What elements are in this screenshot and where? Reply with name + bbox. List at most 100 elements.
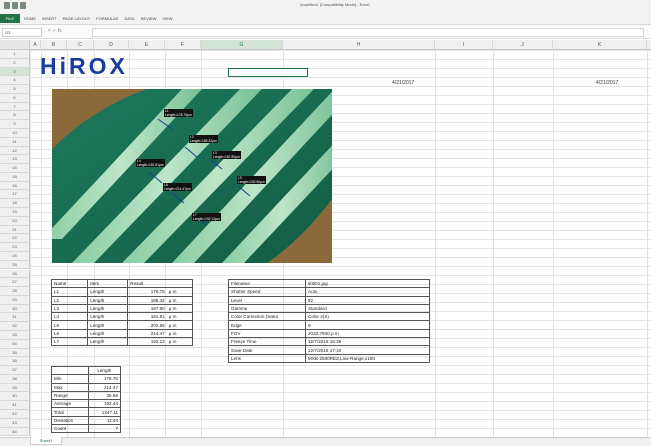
ribbon-tab[interactable]: HOME bbox=[24, 16, 36, 21]
row-header[interactable]: 5 bbox=[0, 85, 30, 94]
table-cell[interactable]: Min bbox=[51, 374, 89, 384]
row-header[interactable]: 18 bbox=[0, 199, 30, 209]
column-header[interactable]: I bbox=[435, 40, 493, 50]
table-cell[interactable]: Save Date bbox=[228, 345, 306, 355]
row-header[interactable]: 7 bbox=[0, 102, 30, 112]
column-header[interactable]: L bbox=[647, 40, 651, 50]
table-cell[interactable]: Average bbox=[51, 399, 89, 409]
ribbon-tab[interactable]: FORMULAS bbox=[96, 16, 118, 21]
header-cell[interactable]: Length bbox=[87, 365, 122, 376]
table-cell[interactable]: L3 bbox=[50, 303, 89, 314]
column-header[interactable]: K bbox=[553, 40, 647, 50]
table-cell[interactable]: 178.76 bbox=[127, 287, 167, 297]
row-header[interactable]: 41 bbox=[0, 401, 30, 410]
row-header[interactable]: 4 bbox=[0, 76, 30, 86]
save-icon[interactable] bbox=[4, 2, 10, 9]
table-cell[interactable]: μ m bbox=[166, 287, 193, 297]
table-cell[interactable]: 2032.7600 μ m bbox=[305, 328, 430, 339]
table-cell[interactable]: L2 bbox=[50, 295, 89, 305]
header-cell[interactable]: Item bbox=[87, 278, 129, 289]
row-header[interactable]: 20 bbox=[0, 216, 30, 226]
column-header[interactable]: F bbox=[165, 40, 201, 50]
table-cell[interactable]: 185.42 bbox=[127, 295, 167, 305]
table-cell[interactable]: 35.66 bbox=[87, 390, 122, 401]
table-cell[interactable]: sti001.jpg bbox=[305, 278, 430, 289]
row-header[interactable]: 21 bbox=[0, 225, 30, 235]
row-header[interactable]: 36 bbox=[0, 357, 30, 367]
table-cell[interactable]: Length bbox=[87, 312, 129, 322]
column-header[interactable]: C bbox=[67, 40, 94, 50]
row-header[interactable]: 24 bbox=[0, 251, 30, 261]
date-cell[interactable]: 4/21/2017 bbox=[596, 80, 618, 86]
name-box[interactable]: G3 bbox=[2, 28, 42, 37]
table-cell[interactable]: L7 bbox=[50, 337, 89, 347]
table-cell[interactable]: μ m bbox=[166, 320, 193, 330]
row-header[interactable]: 23 bbox=[0, 243, 30, 252]
row-header[interactable]: 26 bbox=[0, 269, 30, 279]
table-cell[interactable]: FOV bbox=[228, 328, 306, 339]
table-cell[interactable]: L6 bbox=[50, 328, 89, 339]
table-cell[interactable]: 202.56 bbox=[127, 320, 167, 330]
table-cell[interactable]: 1347.11 bbox=[87, 407, 122, 417]
table-cell[interactable]: Level bbox=[228, 295, 306, 305]
formula-buttons[interactable]: × ✓ fx bbox=[48, 28, 62, 34]
sheet-tab[interactable]: Sheet1 bbox=[30, 437, 62, 445]
ribbon-tab[interactable]: PAGE LAYOUT bbox=[63, 16, 91, 21]
table-cell[interactable]: Length bbox=[87, 320, 129, 330]
column-header[interactable]: E bbox=[129, 40, 165, 50]
column-header[interactable]: A bbox=[30, 40, 41, 50]
header-cell[interactable]: Result bbox=[127, 278, 193, 289]
table-cell[interactable]: 7 bbox=[87, 424, 122, 434]
row-header[interactable]: 1 bbox=[0, 50, 30, 59]
active-cell[interactable] bbox=[228, 68, 308, 77]
microscope-image[interactable]: L1 Length=178.76μm L2 Length=185.42μm L3… bbox=[52, 89, 332, 263]
table-cell[interactable]: μ m bbox=[166, 303, 193, 314]
table-cell[interactable]: L4 bbox=[50, 312, 89, 322]
table-cell[interactable]: μ m bbox=[166, 295, 193, 305]
table-cell[interactable]: μ m bbox=[166, 328, 193, 339]
row-header[interactable]: 44 bbox=[0, 427, 30, 437]
ribbon-tab[interactable]: REVIEW bbox=[141, 16, 157, 21]
quick-access-toolbar[interactable] bbox=[4, 2, 26, 10]
table-cell[interactable]: 181.81 bbox=[127, 312, 167, 322]
row-header[interactable]: 9 bbox=[0, 120, 30, 129]
row-header[interactable]: 14 bbox=[0, 164, 30, 173]
undo-icon[interactable] bbox=[12, 2, 18, 9]
table-cell[interactable]: 12/7/2016 15:38 bbox=[305, 337, 430, 347]
row-header[interactable]: 13 bbox=[0, 155, 30, 165]
row-header[interactable]: 33 bbox=[0, 330, 30, 340]
row-header[interactable]: 40 bbox=[0, 392, 30, 402]
table-cell[interactable]: Length bbox=[87, 287, 129, 297]
row-header[interactable]: 16 bbox=[0, 181, 30, 191]
ribbon-tab[interactable]: VIEW bbox=[162, 16, 172, 21]
table-cell[interactable]: 11.44 bbox=[87, 415, 122, 426]
table-cell[interactable]: L1 bbox=[50, 287, 89, 297]
table-cell[interactable]: Range bbox=[51, 390, 89, 401]
table-cell[interactable]: 214.47 bbox=[127, 328, 167, 339]
formula-input[interactable] bbox=[92, 28, 644, 37]
row-header[interactable]: 39 bbox=[0, 383, 30, 393]
table-cell[interactable]: 12/7/2016 17:10 bbox=[305, 345, 430, 355]
table-cell[interactable]: Gamma bbox=[228, 303, 306, 314]
row-header[interactable]: 27 bbox=[0, 278, 30, 288]
table-cell[interactable]: Shutter Speed bbox=[228, 287, 306, 297]
table-cell[interactable]: Max bbox=[51, 382, 89, 392]
table-cell[interactable]: Color Correction (Satu) bbox=[228, 312, 306, 322]
ribbon-tab[interactable]: INSERT bbox=[42, 16, 57, 21]
table-cell[interactable]: Freeze Time bbox=[228, 337, 306, 347]
table-cell[interactable]: Color 2(S) bbox=[305, 312, 430, 322]
table-cell[interactable]: 187.80 bbox=[127, 303, 167, 314]
row-header[interactable]: 12 bbox=[0, 146, 30, 156]
row-header[interactable]: 28 bbox=[0, 287, 30, 296]
row-header[interactable]: 19 bbox=[0, 208, 30, 217]
row-header[interactable]: 35 bbox=[0, 348, 30, 358]
row-header[interactable]: 38 bbox=[0, 374, 30, 384]
column-header[interactable]: J bbox=[493, 40, 553, 50]
row-header[interactable]: 11 bbox=[0, 137, 30, 147]
row-header[interactable]: 3 bbox=[0, 67, 30, 77]
table-cell[interactable]: Length bbox=[87, 303, 129, 314]
column-header[interactable]: D bbox=[94, 40, 129, 50]
table-cell[interactable]: Standard bbox=[305, 303, 430, 314]
table-cell[interactable]: MXB-2500REZ,Low-Range,x100 bbox=[305, 353, 430, 363]
table-cell[interactable]: μ m bbox=[166, 312, 193, 322]
